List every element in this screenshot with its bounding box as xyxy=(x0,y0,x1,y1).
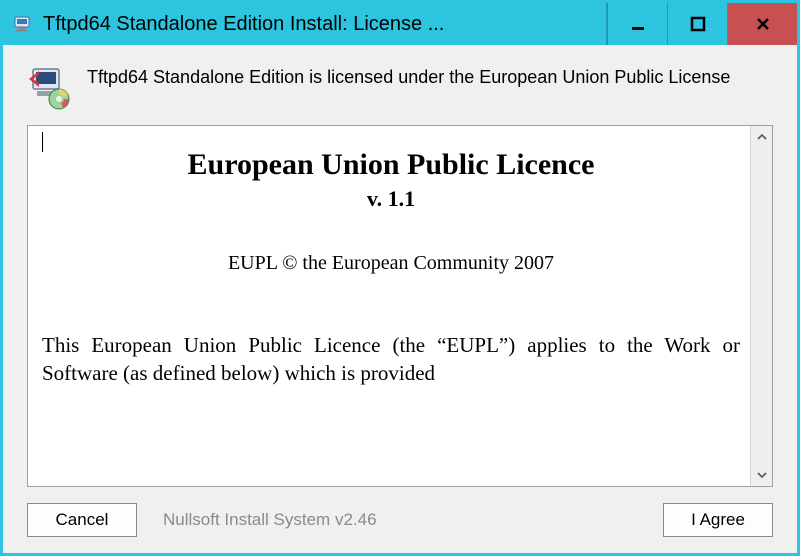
scrollbar[interactable] xyxy=(750,126,772,486)
app-icon xyxy=(13,14,33,34)
text-cursor xyxy=(42,132,43,152)
maximize-button[interactable] xyxy=(667,3,727,45)
agree-button[interactable]: I Agree xyxy=(663,503,773,537)
license-body: This European Union Public Licence (the … xyxy=(42,331,740,388)
scroll-up-button[interactable] xyxy=(751,126,772,148)
client-area: Tftpd64 Standalone Edition is licensed u… xyxy=(3,45,797,553)
license-title: European Union Public Licence xyxy=(42,148,740,182)
header-row: Tftpd64 Standalone Edition is licensed u… xyxy=(27,65,773,111)
bottom-bar: Cancel Nullsoft Install System v2.46 I A… xyxy=(27,487,773,537)
minimize-button[interactable] xyxy=(607,3,667,45)
cancel-button[interactable]: Cancel xyxy=(27,503,137,537)
header-text: Tftpd64 Standalone Edition is licensed u… xyxy=(87,65,730,89)
installer-name: Nullsoft Install System v2.46 xyxy=(157,510,643,530)
scroll-down-button[interactable] xyxy=(751,464,772,486)
window-controls xyxy=(606,3,797,45)
installer-icon xyxy=(27,65,73,111)
close-button[interactable] xyxy=(727,3,797,45)
license-version: v. 1.1 xyxy=(42,186,740,212)
license-text-area[interactable]: European Union Public Licence v. 1.1 EUP… xyxy=(28,126,750,486)
window-title: Tftpd64 Standalone Edition Install: Lice… xyxy=(43,13,606,36)
license-owner: EUPL © the European Community 2007 xyxy=(42,252,740,275)
installer-window: Tftpd64 Standalone Edition Install: Lice… xyxy=(0,0,800,556)
license-box: European Union Public Licence v. 1.1 EUP… xyxy=(27,125,773,487)
titlebar: Tftpd64 Standalone Edition Install: Lice… xyxy=(3,3,797,45)
